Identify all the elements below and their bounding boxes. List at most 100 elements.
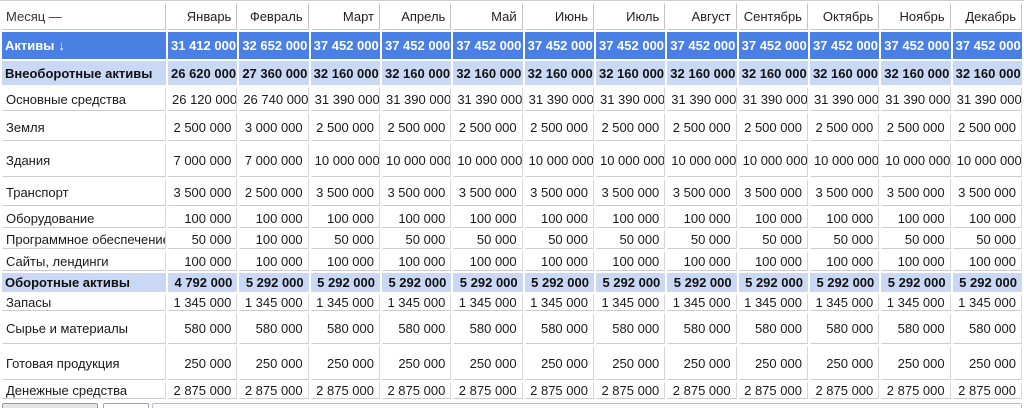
table-cell: 100 000: [239, 230, 308, 249]
table-cell: 5 292 000: [239, 273, 308, 292]
table-cell: 100 000: [881, 251, 950, 271]
table-cell: 10 000 000: [739, 143, 808, 177]
row-label-text: Программное обеспечение: [6, 232, 166, 247]
table-cell: 31 412 000: [168, 32, 237, 59]
row-label-text: Запасы: [6, 295, 51, 310]
table-cell: 50 000: [739, 230, 808, 249]
table-cell: 100 000: [881, 208, 950, 228]
row-label-text: Транспорт: [6, 185, 69, 200]
table-cell: 31 390 000: [596, 87, 665, 111]
month-header: Март: [311, 3, 380, 30]
table-row: Сырье и материалы580 000580 000580 00058…: [2, 313, 1022, 344]
table-cell: 2 875 000: [525, 382, 594, 399]
month-header: Июнь: [525, 3, 594, 30]
table-cell: 250 000: [667, 346, 736, 380]
table-cell: 50 000: [525, 230, 594, 249]
table-row: Активы↓31 412 00032 652 00037 452 00037 …: [2, 32, 1022, 59]
row-label-text: Земля: [6, 120, 45, 135]
table-cell: 26 620 000: [168, 61, 237, 85]
table-cell: 2 875 000: [881, 382, 950, 399]
month-header: Ноябрь: [881, 3, 950, 30]
table-cell: 2 500 000: [881, 113, 950, 141]
row-label: Оборотные активы: [2, 273, 166, 292]
table-cell: 1 345 000: [525, 294, 594, 311]
table-cell: 580 000: [168, 313, 237, 344]
table-cell: 100 000: [810, 208, 879, 228]
table-cell: 5 292 000: [881, 273, 950, 292]
table-body: Активы↓31 412 00032 652 00037 452 00037 …: [2, 32, 1022, 399]
table-cell: 5 292 000: [382, 273, 451, 292]
row-label: Готовая продукция: [2, 346, 166, 380]
assets-by-month-table: Месяц — ЯнварьФевральМартАпрельМайИюньИю…: [0, 1, 1024, 401]
month-header-row: Месяц — ЯнварьФевральМартАпрельМайИюньИю…: [2, 3, 1022, 30]
table-cell: 100 000: [168, 251, 237, 271]
table-cell: 2 500 000: [382, 113, 451, 141]
table-cell: 32 160 000: [739, 61, 808, 85]
table-cell: 5 292 000: [810, 273, 879, 292]
table-cell: 27 360 000: [239, 61, 308, 85]
table-row: Сайты, лендинги100 000100 000100 000100 …: [2, 251, 1022, 271]
table-cell: 10 000 000: [596, 143, 665, 177]
table-cell: 3 500 000: [953, 179, 1022, 206]
table-cell: 3 500 000: [525, 179, 594, 206]
row-label-text: Оборудование: [6, 211, 94, 226]
table-cell: 1 345 000: [953, 294, 1022, 311]
table-cell: 580 000: [739, 313, 808, 344]
table-row: Транспорт 3 500 000 2 500 000 3 500 000 3 50…: [2, 179, 1022, 206]
table-cell: 10 000 000: [311, 143, 380, 177]
table-cell: 2 500 000: [311, 113, 380, 141]
table-cell: 32 160 000: [525, 61, 594, 85]
table-cell: 37 452 000: [667, 32, 736, 59]
table-cell: 37 452 000: [739, 32, 808, 59]
table-cell: 250 000: [311, 346, 380, 380]
table-cell: 100 000: [239, 251, 308, 271]
table-cell: 580 000: [239, 313, 308, 344]
table-cell: 1 345 000: [239, 294, 308, 311]
row-label: Здания: [2, 143, 166, 177]
table-cell: 32 160 000: [953, 61, 1022, 85]
table-cell: 26 740 000: [239, 87, 308, 111]
table-cell: 580 000: [596, 313, 665, 344]
table-cell: 5 292 000: [525, 273, 594, 292]
table-cell: 1 345 000: [168, 294, 237, 311]
table-cell: 1 345 000: [739, 294, 808, 311]
table-cell: 580 000: [953, 313, 1022, 344]
sheet-tab[interactable]: [103, 403, 149, 408]
table-cell: 31 390 000: [667, 87, 736, 111]
row-label-text: Здания: [6, 153, 50, 168]
row-label[interactable]: Активы↓: [2, 32, 166, 59]
table-cell: 100 000: [453, 208, 522, 228]
row-label: Оборудование: [2, 208, 166, 228]
table-cell: 100 000: [667, 208, 736, 228]
table-row: Основные средства26 120 00026 740 00031 …: [2, 87, 1022, 111]
table-cell: 580 000: [382, 313, 451, 344]
scrollbar-left-segment[interactable]: [2, 403, 98, 408]
table-cell: 2 500 000: [239, 179, 308, 206]
table-cell: 250 000: [382, 346, 451, 380]
table-cell: 31 390 000: [810, 87, 879, 111]
table-cell: 100 000: [739, 251, 808, 271]
table-cell: 31 390 000: [953, 87, 1022, 111]
table-cell: 5 292 000: [453, 273, 522, 292]
month-header: Февраль: [239, 3, 308, 30]
month-header: Июль: [596, 3, 665, 30]
table-cell: 580 000: [810, 313, 879, 344]
horizontal-scrollbar-track[interactable]: [152, 403, 1022, 408]
table-cell: 31 390 000: [382, 87, 451, 111]
table-cell: 250 000: [881, 346, 950, 380]
table-cell: 100 000: [382, 208, 451, 228]
table-cell: 580 000: [453, 313, 522, 344]
table-cell: 250 000: [453, 346, 522, 380]
financial-model-sheet: Месяц — ЯнварьФевральМартАпрельМайИюньИю…: [0, 0, 1024, 408]
table-cell: 50 000: [311, 230, 380, 249]
table-cell: 3 500 000: [382, 179, 451, 206]
table-cell: 2 875 000: [953, 382, 1022, 399]
table-cell: 10 000 000: [881, 143, 950, 177]
table-cell: 250 000: [810, 346, 879, 380]
table-cell: 10 000 000: [667, 143, 736, 177]
table-cell: 2 875 000: [739, 382, 808, 399]
table-cell: 26 120 000: [168, 87, 237, 111]
table-cell: 2 875 000: [311, 382, 380, 399]
table-cell: 2 875 000: [667, 382, 736, 399]
table-cell: 50 000: [810, 230, 879, 249]
